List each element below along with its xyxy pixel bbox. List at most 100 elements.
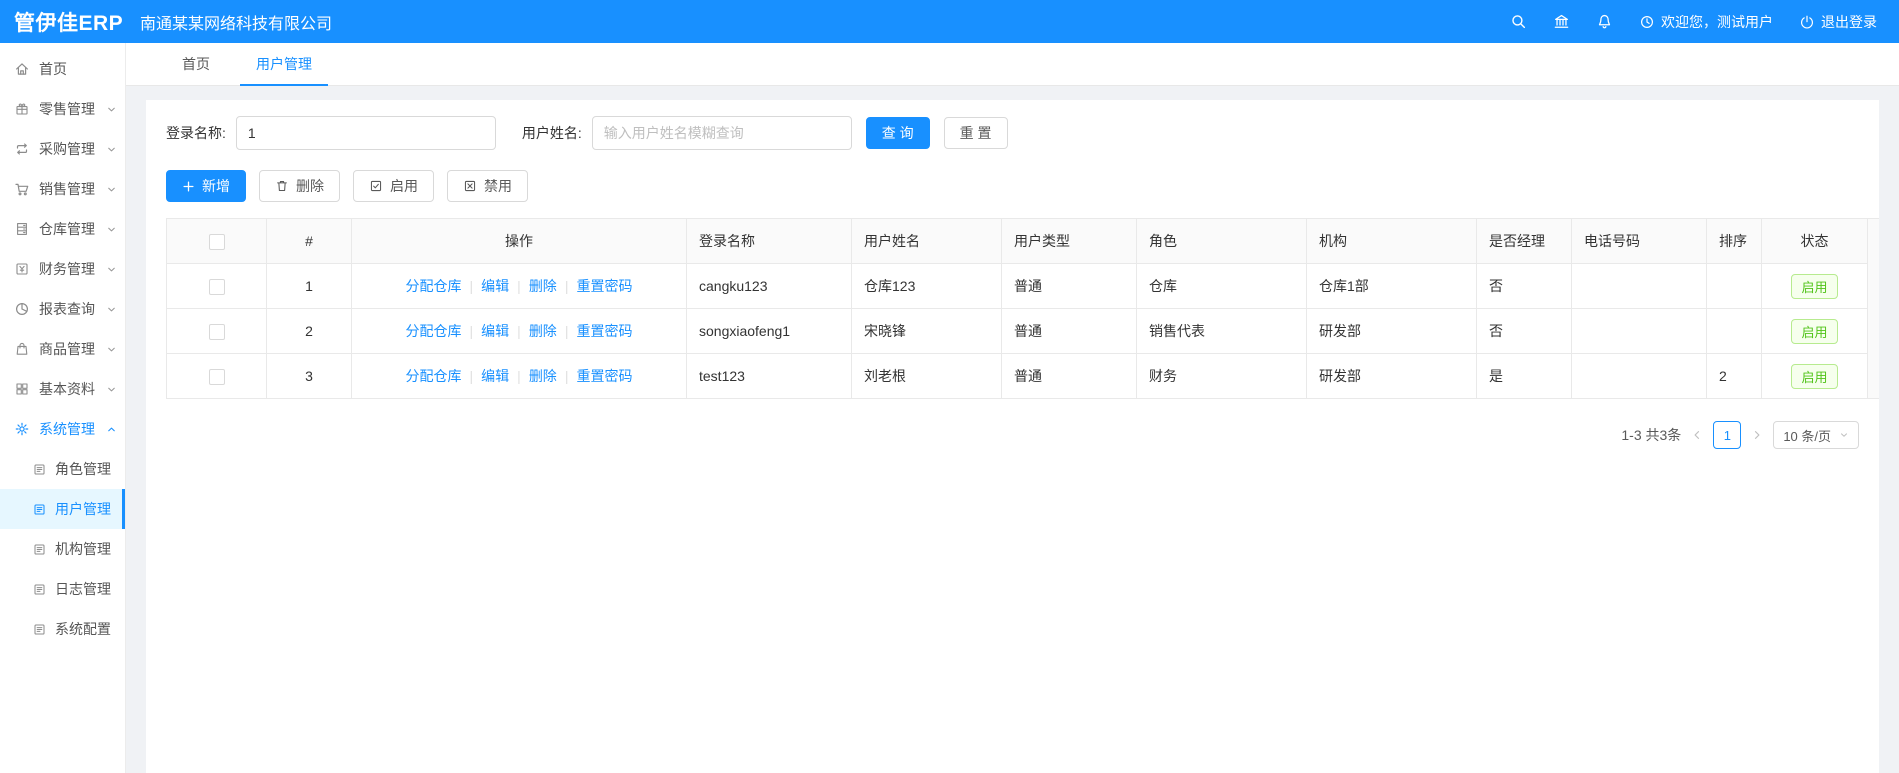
- search-icon[interactable]: [1510, 13, 1527, 30]
- delete-link[interactable]: 删除: [527, 366, 559, 386]
- cell-type: 普通: [1001, 353, 1137, 399]
- delete-link[interactable]: 删除: [527, 321, 559, 341]
- disable-button[interactable]: 禁用: [447, 170, 528, 202]
- file-list-icon: [34, 543, 45, 555]
- chevron-right-icon: [1755, 431, 1760, 439]
- cell-sort: [1706, 308, 1762, 354]
- page-size-value: 10 条/页: [1783, 428, 1831, 444]
- tab-home[interactable]: 首页: [166, 43, 226, 85]
- assign-warehouse-link[interactable]: 分配仓库: [404, 276, 464, 296]
- reset-password-link[interactable]: 重置密码: [574, 366, 634, 386]
- reset-password-link[interactable]: 重置密码: [574, 276, 634, 296]
- status-badge[interactable]: 启用: [1791, 273, 1838, 299]
- sidebar-item-org-management[interactable]: 机构管理: [0, 529, 125, 569]
- sync-icon: [16, 143, 28, 155]
- sidebar-item-label: 角色管理: [55, 461, 111, 477]
- reset-password-link[interactable]: 重置密码: [574, 321, 634, 341]
- welcome-text: 欢迎您，测试用户: [1661, 13, 1773, 30]
- delete-link[interactable]: 删除: [527, 276, 559, 296]
- row-index: 3: [266, 353, 352, 399]
- table-row: 1 分配仓库 | 编辑 | 删除 | 重置密码 cangku123 仓库123 普通: [166, 263, 1868, 309]
- table-scrollbar-gutter[interactable]: [1868, 218, 1879, 399]
- assign-warehouse-link[interactable]: 分配仓库: [404, 366, 464, 386]
- welcome-user[interactable]: 欢迎您，测试用户: [1639, 12, 1773, 32]
- sidebar-item-finance[interactable]: 财务管理: [0, 249, 125, 289]
- row-checkbox[interactable]: [208, 323, 225, 340]
- status-badge[interactable]: 启用: [1791, 318, 1838, 344]
- row-checkbox[interactable]: [208, 278, 225, 295]
- cell-role: 仓库: [1136, 263, 1307, 309]
- assign-warehouse-link[interactable]: 分配仓库: [404, 321, 464, 341]
- sidebar-item-basic-data[interactable]: 基本资料: [0, 369, 125, 409]
- login-name-input[interactable]: [235, 116, 496, 150]
- row-index: 1: [266, 263, 352, 309]
- bank-icon[interactable]: [1553, 13, 1570, 30]
- sidebar-item-label: 商品管理: [39, 341, 95, 357]
- table-row: 2 分配仓库 | 编辑 | 删除 | 重置密码 songxiaofeng1 宋晓锋 普…: [166, 308, 1868, 354]
- app-logo[interactable]: 管伊佳ERP: [0, 7, 126, 37]
- sidebar-item-retail[interactable]: 零售管理: [0, 89, 125, 129]
- cell-login: cangku123: [686, 263, 852, 309]
- row-checkbox[interactable]: [208, 368, 225, 385]
- finance-icon: [16, 263, 28, 275]
- sidebar-item-label: 财务管理: [39, 261, 95, 277]
- sidebar-item-system[interactable]: 系统管理: [0, 409, 125, 449]
- sidebar-item-home[interactable]: 首页: [0, 49, 125, 89]
- app-root: 管伊佳ERP 南通某某网络科技有限公司 欢迎您，测试用户 退出登录 首页 零售管…: [0, 0, 1899, 773]
- col-role: 角色: [1136, 218, 1307, 264]
- cell-name: 仓库123: [851, 263, 1002, 309]
- query-button[interactable]: 查 询: [865, 117, 930, 149]
- chevron-down-icon: [108, 307, 115, 311]
- status-badge[interactable]: 启用: [1791, 363, 1838, 389]
- cell-manager: 否: [1476, 308, 1572, 354]
- file-list-icon: [34, 583, 45, 595]
- sidebar-item-user-management[interactable]: 用户管理: [0, 489, 125, 529]
- sidebar-nav: 首页 零售管理 采购管理 销售管理 仓库管理 财务管理 报表查询 商品管理 基本…: [0, 43, 126, 773]
- chevron-down-icon: [108, 387, 115, 391]
- enable-button[interactable]: 启用: [353, 170, 434, 202]
- prev-page-button[interactable]: [1691, 429, 1703, 441]
- file-list-icon: [34, 503, 45, 515]
- cell-type: 普通: [1001, 263, 1137, 309]
- cell-login: songxiaofeng1: [686, 308, 852, 354]
- col-login: 登录名称: [686, 218, 852, 264]
- header-actions: 欢迎您，测试用户 退出登录: [1510, 12, 1899, 32]
- sidebar-item-role-management[interactable]: 角色管理: [0, 449, 125, 489]
- table-header-row: # 操作 登录名称 用户姓名 用户类型 角色 机构 是否经理 电话号码 排序 状: [166, 218, 1868, 264]
- col-type: 用户类型: [1001, 218, 1137, 264]
- sidebar-item-warehouse[interactable]: 仓库管理: [0, 209, 125, 249]
- cell-manager: 是: [1476, 353, 1572, 399]
- logout-button[interactable]: 退出登录: [1799, 12, 1877, 32]
- sidebar-item-label: 零售管理: [39, 101, 95, 117]
- add-button[interactable]: 新增: [166, 170, 246, 202]
- page-size-select[interactable]: 10 条/页: [1773, 421, 1859, 449]
- search-form: 登录名称: 用户姓名: 查 询 重 置: [166, 116, 1859, 150]
- logout-text: 退出登录: [1821, 13, 1877, 30]
- sidebar-item-reports[interactable]: 报表查询: [0, 289, 125, 329]
- cell-org: 研发部: [1306, 353, 1477, 399]
- delete-button[interactable]: 删除: [259, 170, 340, 202]
- pie-chart-icon: [15, 302, 29, 316]
- page-number-button[interactable]: 1: [1713, 421, 1742, 449]
- bell-icon[interactable]: [1596, 13, 1613, 30]
- chevron-left-icon: [1694, 431, 1700, 439]
- sidebar-item-sales[interactable]: 销售管理: [0, 169, 125, 209]
- sidebar-item-label: 系统管理: [39, 421, 95, 437]
- col-name: 用户姓名: [851, 218, 1002, 264]
- user-table: # 操作 登录名称 用户姓名 用户类型 角色 机构 是否经理 电话号码 排序 状: [166, 218, 1868, 399]
- edit-link[interactable]: 编辑: [479, 366, 511, 386]
- cell-name: 宋晓锋: [851, 308, 1002, 354]
- edit-link[interactable]: 编辑: [479, 321, 511, 341]
- user-name-input[interactable]: [591, 116, 852, 150]
- sidebar-item-label: 仓库管理: [39, 221, 95, 237]
- edit-link[interactable]: 编辑: [479, 276, 511, 296]
- select-all-checkbox[interactable]: [208, 233, 225, 250]
- sidebar-item-system-config[interactable]: 系统配置: [0, 609, 125, 649]
- next-page-button[interactable]: [1751, 429, 1763, 441]
- sidebar-item-goods[interactable]: 商品管理: [0, 329, 125, 369]
- reset-button[interactable]: 重 置: [943, 117, 1008, 149]
- tab-user-management[interactable]: 用户管理: [240, 43, 328, 86]
- sidebar-item-label: 基本资料: [39, 381, 95, 397]
- sidebar-item-purchase[interactable]: 采购管理: [0, 129, 125, 169]
- sidebar-item-log-management[interactable]: 日志管理: [0, 569, 125, 609]
